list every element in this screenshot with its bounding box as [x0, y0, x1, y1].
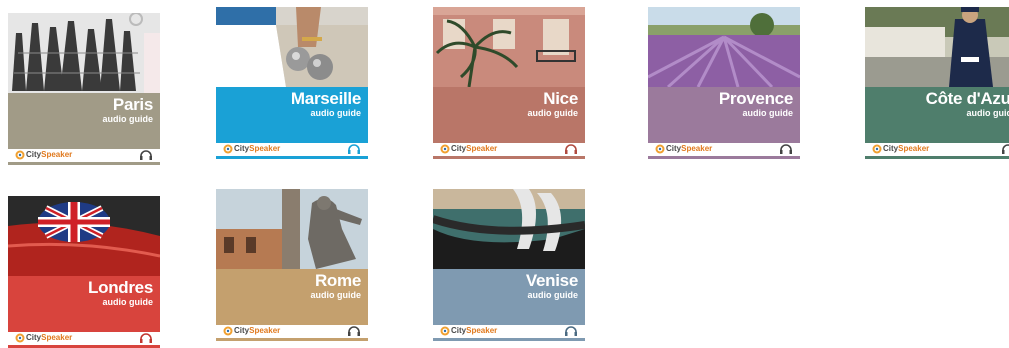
city-name: Côte d'Azur: [926, 90, 1009, 108]
headphones-icon: [1001, 143, 1009, 154]
cityspeaker-logo-icon: [15, 150, 25, 160]
doorman-photo: [865, 7, 1009, 87]
cityspeaker-logo-icon: [223, 326, 233, 336]
audio-guide-label: audio guide: [103, 297, 154, 307]
headphones-icon: [347, 143, 361, 154]
headphones-icon: [779, 143, 793, 154]
eiffel-tower-keychains-photo: [8, 13, 160, 93]
guide-card-londres[interactable]: Londres audio guide CitySpeaker: [8, 196, 160, 348]
gondolas-photo: [433, 189, 585, 269]
audio-guide-label: audio guide: [311, 290, 362, 300]
headphones-icon: [139, 149, 153, 160]
cityspeaker-logo-icon: [223, 144, 233, 154]
brand-name: CitySpeaker: [883, 144, 929, 154]
cityspeaker-logo-icon: [872, 144, 882, 154]
cityspeaker-logo-icon: [440, 326, 450, 336]
guide-card-rome[interactable]: Rome audio guide CitySpeaker: [216, 189, 368, 341]
brand-name: CitySpeaker: [666, 144, 712, 154]
palm-facade-photo: [433, 7, 585, 87]
city-name: Londres: [88, 279, 153, 297]
guide-card-cote-dazur[interactable]: Côte d'Azur audio guide CitySpeaker: [865, 7, 1009, 159]
bottom-strip: [433, 156, 585, 159]
audio-guide-label: audio guide: [528, 108, 579, 118]
city-name: Nice: [543, 90, 578, 108]
headphones-icon: [564, 143, 578, 154]
city-name: Venise: [526, 272, 578, 290]
cityspeaker-logo-icon: [15, 333, 25, 343]
petanque-balls-photo: [216, 7, 368, 87]
bottom-strip: [648, 156, 800, 159]
bottom-strip: [8, 162, 160, 165]
brand-name: CitySpeaker: [26, 333, 72, 343]
guide-card-nice[interactable]: Nice audio guide CitySpeaker: [433, 7, 585, 159]
headphones-icon: [564, 325, 578, 336]
guide-card-provence[interactable]: Provence audio guide CitySpeaker: [648, 7, 800, 159]
cityspeaker-logo-icon: [655, 144, 665, 154]
city-name: Paris: [113, 96, 153, 114]
city-name: Rome: [315, 272, 361, 290]
brand-name: CitySpeaker: [451, 144, 497, 154]
audio-guide-label: audio guide: [743, 108, 794, 118]
guide-card-venise[interactable]: Venise audio guide CitySpeaker: [433, 189, 585, 341]
brand-name: CitySpeaker: [451, 326, 497, 336]
brand-name: CitySpeaker: [234, 326, 280, 336]
audio-guide-label: audio guide: [967, 108, 1009, 118]
city-name: Provence: [719, 90, 793, 108]
bottom-strip: [216, 156, 368, 159]
lavender-field-photo: [648, 7, 800, 87]
audio-guide-label: audio guide: [103, 114, 154, 124]
audio-guide-label: audio guide: [528, 290, 579, 300]
city-name: Marseille: [291, 90, 361, 108]
guide-card-marseille[interactable]: Marseille audio guide CitySpeaker: [216, 7, 368, 159]
brand-name: CitySpeaker: [234, 144, 280, 154]
cityspeaker-logo-icon: [440, 144, 450, 154]
bottom-strip: [865, 156, 1009, 159]
guide-card-paris[interactable]: Paris audio guide CitySpeaker: [8, 13, 160, 165]
audio-guide-label: audio guide: [311, 108, 362, 118]
headphones-icon: [347, 325, 361, 336]
roman-statue-photo: [216, 189, 368, 269]
union-jack-mirror-photo: [8, 196, 160, 276]
headphones-icon: [139, 332, 153, 343]
brand-name: CitySpeaker: [26, 150, 72, 160]
